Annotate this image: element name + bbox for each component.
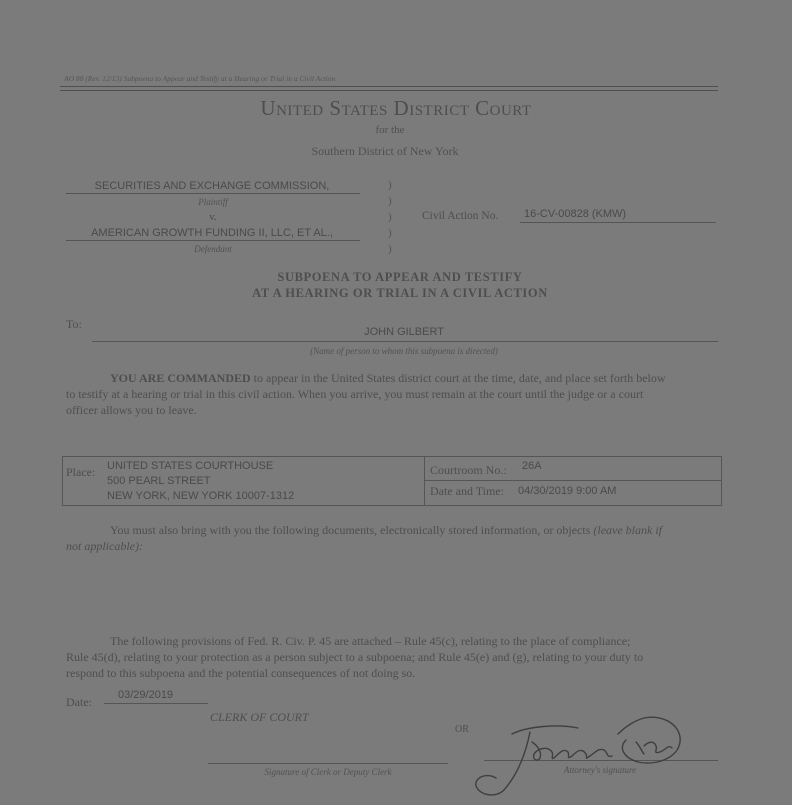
form-reference: AO 88 (Rev. 12/13) Subpoena to Appear an… (64, 74, 336, 83)
caption-bracket: ) (388, 243, 392, 255)
civil-action-number: 16-CV-00828 (KMW) (524, 208, 627, 220)
caption-bracket: ) (388, 195, 392, 207)
defendant-line (66, 240, 360, 241)
caption-bracket: ) (388, 211, 392, 223)
place-label: Place: (66, 465, 96, 479)
date-line (104, 703, 208, 704)
date-value: 03/29/2019 (118, 689, 174, 701)
defendant-name: AMERICAN GROWTH FUNDING II, LLC, ET AL., (91, 227, 333, 239)
documents-hint-1: (leave blank if (593, 523, 663, 537)
header-rule (60, 86, 718, 91)
place-hline (425, 480, 721, 481)
provisions-line-3: respond to this subpoena and the potenti… (66, 666, 416, 680)
subpoena-heading-2: AT A HEARING OR TRIAL IN A CIVIL ACTION (252, 286, 548, 300)
district-name: Southern District of New York (311, 144, 459, 158)
signature-scribble-icon (475, 716, 681, 796)
place-address-line-3: NEW YORK, NEW YORK 10007-1312 (107, 490, 295, 502)
clerk-of-court: CLERK OF COURT (210, 710, 309, 724)
caption-bracket: ) (388, 179, 392, 191)
caption-bracket: ) (388, 227, 392, 239)
command-line-3: officer allows you to leave. (66, 403, 197, 417)
versus-label: v. (209, 211, 217, 223)
plaintiff-name: SECURITIES AND EXCHANGE COMMISSION, (94, 180, 330, 192)
command-line-1: YOU ARE COMMANDED to appear in the Unite… (110, 370, 666, 386)
courtroom-value: 26A (522, 460, 542, 472)
provisions-line-1: The following provisions of Fed. R. Civ.… (110, 634, 631, 648)
court-title: United States District Court (260, 96, 532, 120)
recipient-line (92, 341, 718, 342)
civil-action-label: Civil Action No. (422, 210, 499, 222)
to-label: To: (66, 317, 82, 331)
documents-text: You must also bring with you the followi… (110, 523, 591, 537)
courtroom-label: Courtroom No.: (430, 463, 507, 477)
place-address-line-1: UNITED STATES COURTHOUSE (107, 460, 274, 472)
civil-action-line (520, 222, 716, 223)
documents-line-1: You must also bring with you the followi… (110, 522, 662, 538)
datetime-value: 04/30/2019 9:00 AM (518, 485, 617, 497)
clerk-signature-line (208, 763, 448, 764)
date-label: Date: (66, 695, 92, 709)
subpoena-heading-1: SUBPOENA TO APPEAR AND TESTIFY (277, 270, 523, 284)
datetime-label: Date and Time: (430, 484, 504, 498)
attorney-signature (468, 712, 708, 800)
for-the-label: for the (375, 124, 405, 136)
plaintiff-label: Plaintiff (198, 197, 228, 207)
place-address: UNITED STATES COURTHOUSE 500 PEARL STREE… (107, 459, 294, 504)
recipient-name: JOHN GILBERT (364, 326, 444, 338)
plaintiff-line (66, 193, 360, 194)
command-text: to appear in the United States district … (250, 371, 666, 385)
command-line-2: to testify at a hearing or trial in this… (66, 387, 644, 401)
or-label: OR (455, 724, 469, 735)
defendant-label: Defendant (194, 244, 232, 254)
provisions-line-2: Rule 45(d), relating to your protection … (66, 650, 644, 664)
recipient-caption: (Name of person to whom this subpoena is… (310, 346, 498, 356)
clerk-signature-caption: Signature of Clerk or Deputy Clerk (264, 767, 392, 777)
place-address-line-2: 500 PEARL STREET (107, 475, 211, 487)
documents-hint-2: not applicable): (66, 539, 143, 553)
command-lead: YOU ARE COMMANDED (110, 371, 251, 385)
